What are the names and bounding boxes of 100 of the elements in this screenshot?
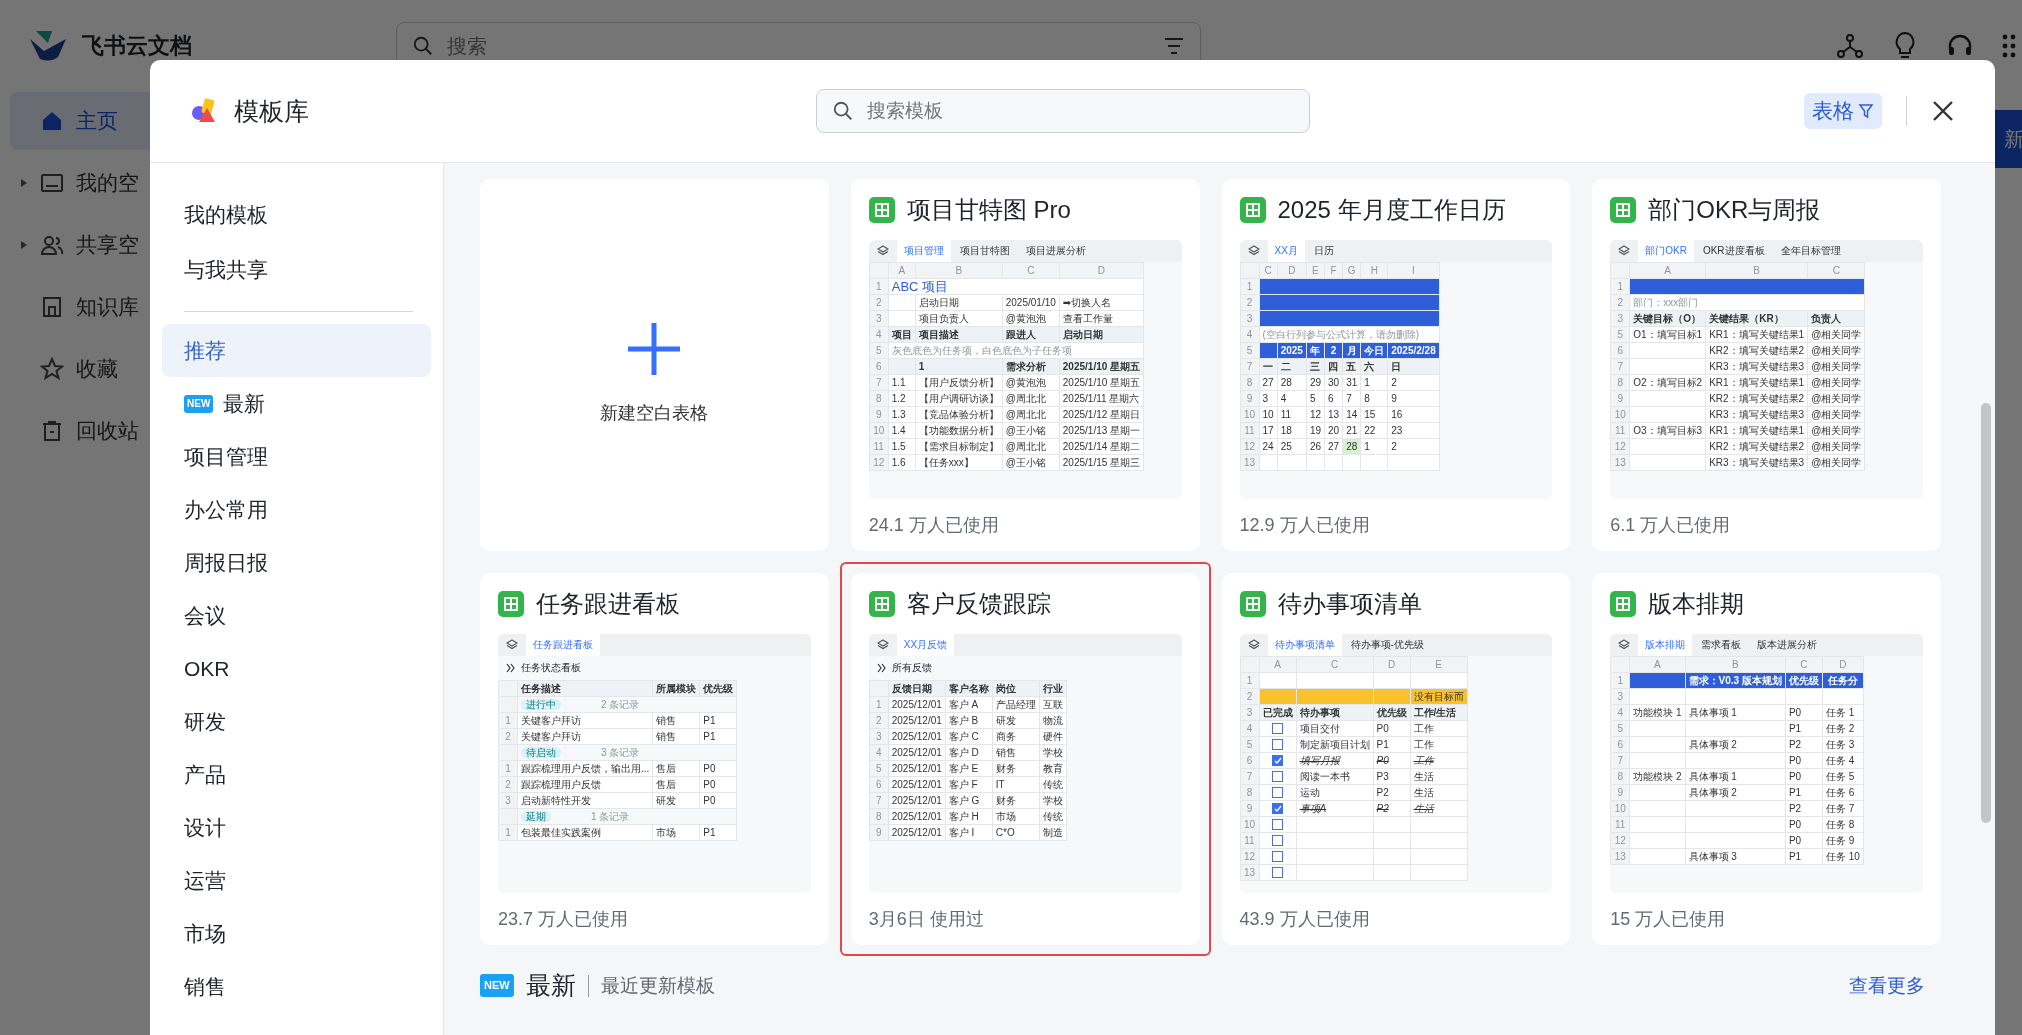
row-number: 8 [875, 810, 882, 822]
sheet-cell-text: 2025/12/01 [891, 730, 942, 742]
sheet-cell-text: @周北北 [1005, 408, 1046, 420]
sheet-tab-label: 任务跟进看板 [526, 633, 600, 656]
row-number: 7 [1617, 360, 1624, 372]
sheet-cell-text: P2 [1788, 802, 1802, 814]
row-number: 2 [875, 714, 882, 726]
sheet-tab-label: 需求看板 [1700, 637, 1743, 652]
row-number: 6 [1617, 738, 1624, 750]
sheet-cell-text: 24 [1262, 440, 1274, 452]
column-letter: D [1839, 658, 1847, 670]
sheet-cell-text: 工作 [1413, 722, 1434, 734]
sheet-cell-text: @黄泡泡 [1005, 376, 1046, 388]
sheet-cell-text: 2 [1391, 376, 1397, 388]
sheet-cell-text: P0 [703, 778, 716, 790]
sheet-cell-text: 任务 1 [1825, 706, 1855, 718]
sheet-cell-text: 1 [1364, 440, 1370, 452]
sheet-cell-text: 一 [1262, 360, 1273, 372]
column-letter: A [898, 264, 906, 276]
sheet-cell-text: P2 [1376, 802, 1389, 814]
row-number: 1 [505, 714, 511, 726]
sheet-cell-text: 2025/12/01 [891, 746, 942, 758]
sheet-cell-text: 年 [1310, 344, 1321, 356]
new-badge: NEW [480, 974, 514, 997]
sheet-cell-text: @王小铭 [1005, 456, 1046, 468]
sheet-cell-text: 负责人 [1811, 312, 1842, 324]
row-number: 5 [1617, 328, 1624, 340]
sheet-cell-text: 售后 [656, 778, 677, 790]
sheet-cell-text: 功能模块 1 [1633, 706, 1682, 718]
sheet-cell-text: 销售 [995, 746, 1016, 758]
sheet-cell-text: 【用户反馈分析】 [918, 376, 999, 388]
sheet-cell-text: 客户 E [948, 762, 979, 774]
sheet-cell-text: 反馈日期 [891, 682, 932, 694]
row-number: 1 [875, 698, 882, 710]
row-number: 9 [1617, 786, 1624, 798]
sheet-cell-text: 2025/01/10 [1005, 296, 1056, 308]
column-letter: C [1264, 264, 1272, 276]
sheet-cell-text: 2025/12/01 [891, 698, 942, 710]
row-number: 3 [1246, 312, 1253, 324]
sheet-cell-text: P1 [703, 714, 716, 726]
sheet-cell-text: 没有目标而 [1413, 690, 1464, 702]
sheet-cell-text: 日 [1391, 360, 1402, 372]
sheet-cell-text: 包装最佳实践案例 [521, 826, 601, 838]
row-number: 9 [1617, 392, 1624, 404]
row-number: 12 [1243, 440, 1256, 452]
section-subtitle: 最近更新模板 [600, 973, 715, 998]
row-number: 6 [1617, 344, 1624, 356]
sheet-cell-text: 3 [1262, 392, 1269, 404]
sheet-cell-text: 任务分 [1827, 674, 1858, 686]
sheet-cell-text: 6 [1328, 392, 1334, 404]
row-number: 9 [875, 408, 882, 420]
column-letter: C [1832, 264, 1840, 276]
sheet-cell-text: @周北北 [1005, 440, 1046, 452]
row-number: 7 [1246, 770, 1253, 782]
row-number: 13 [1243, 866, 1256, 878]
sheet-cell-text: 31 [1346, 376, 1358, 388]
sheet-cell-text: @相关同学 [1811, 392, 1862, 404]
sheet-cell-text: 任务 6 [1825, 786, 1855, 798]
row-number: 3 [875, 312, 882, 324]
sheet-cell-text: 任务 7 [1825, 802, 1855, 814]
sheet-cell-text: 关键结果（KR） [1709, 312, 1784, 324]
row-number: 1 [1617, 280, 1624, 292]
sheet-cell-text: O3：填写目标3 [1633, 424, 1703, 436]
row-number: 1 [505, 826, 511, 838]
sheet-cell-text: 27 [1262, 376, 1274, 388]
sheet-cell-text: 10 [1262, 408, 1274, 420]
template-title: 客户反馈跟踪 [906, 589, 1051, 620]
sheet-cell-text: 16 [1391, 408, 1403, 420]
sheet-tab-label: 版本排期 [1638, 633, 1693, 656]
row-number: 11 [1615, 818, 1626, 830]
usage-count: 15 万人已使用 [1610, 908, 1727, 931]
sheet-cell-text: 需求：V0.3 版本规划 [1688, 674, 1782, 686]
sheet-cell-text: @相关同学 [1811, 360, 1862, 372]
sheet-cell-text: P0 [703, 762, 716, 774]
row-number: 3 [1617, 690, 1624, 702]
sheet-cell-text: @相关同学 [1811, 376, 1862, 388]
sheet-cell-text: 月 [1346, 344, 1357, 356]
sheet-tab-label: OKR进度看板 [1701, 243, 1766, 258]
sheet-cell-text: IT [995, 778, 1005, 790]
usage-count: 12.9 万人已使用 [1239, 514, 1371, 537]
sheet-cell-text: 【任务xxx】 [918, 456, 974, 468]
row-number: 6 [875, 778, 882, 790]
sheet-cell-text: 跟踪梳理用户反馈 [521, 778, 601, 790]
sheet-cell-text: 关键目标（O） [1633, 312, 1702, 324]
sheet-cell-text: P3 [1376, 770, 1389, 782]
sheet-cell-text: O1：填写目标1 [1633, 328, 1703, 340]
sheet-cell-text: 客户 F [948, 778, 978, 790]
sheet-cell-text: 优先级 [1788, 674, 1819, 686]
app-name: 飞书云文档 [82, 32, 193, 60]
sheet-cell-text: 跟进人 [1005, 328, 1036, 340]
column-letter: I [1412, 264, 1415, 276]
row-number: 10 [1243, 818, 1256, 830]
sheet-cell-text: 1.4 [891, 424, 906, 436]
sheet-cell-text: 行业 [1042, 682, 1063, 694]
sheet-cell-text: P2 [1788, 738, 1802, 750]
sheet-cell-text: 2025/12/01 [891, 762, 942, 774]
template-title: 项目甘特图 Pro [906, 195, 1071, 226]
sheet-cell-text: 19 [1309, 424, 1321, 436]
row-number: 1 [1246, 674, 1253, 686]
sheet-tab-label: 待办事项清单 [1267, 633, 1342, 656]
